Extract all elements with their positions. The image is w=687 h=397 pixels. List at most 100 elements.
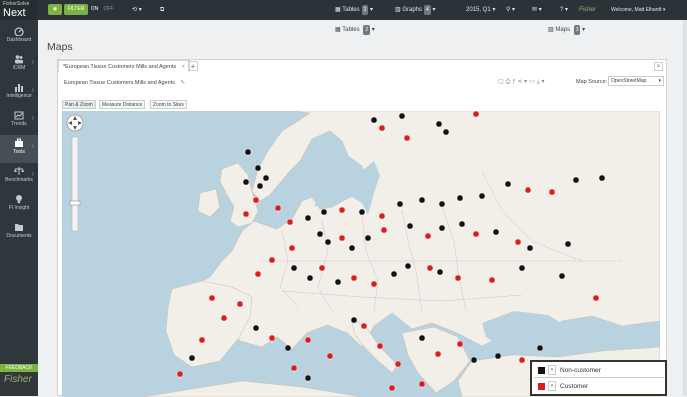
graphs-count: 4 [424,5,431,15]
tables-label-bar: Tables [342,27,360,33]
map-canvas[interactable] [62,111,660,397]
chevron-down-icon: ▾ [658,78,661,84]
share-icon[interactable]: ⋖▾ [517,79,529,85]
sidebar-item-benchmarks[interactable]: Benchmarks › [0,163,38,191]
chevron-right-icon: › [31,59,34,66]
sidebar-label-benchmarks: Benchmarks [5,177,33,183]
sidebar-item-tools[interactable]: Tools › [0,135,38,163]
sidebar: Dashboard iCRM › Intelligence › Trends › To… [0,20,38,396]
add-tab-button[interactable]: + [188,61,198,71]
sidebar-item-documents[interactable]: Documents [0,219,38,247]
feedback-button[interactable]: FEEDBACK [0,364,38,372]
period-selector[interactable]: 2015, Q1 ▾ [466,5,495,15]
legend-swatch-red [538,383,545,390]
sidebar-label-fi-insight: FI Insight [8,205,30,211]
map-pin-icon[interactable] [244,148,252,157]
tables-count-bar: 2 [363,25,371,35]
logo-main-text: Next [3,7,26,19]
tab-european-tissue[interactable]: *European Tissue Customers Mills and Age… [58,60,190,72]
map-pin-icon[interactable] [304,336,312,345]
download-icon[interactable]: ⤓▾ [537,79,547,85]
zoom-to-sites-button[interactable]: Zoom to Sites [150,100,187,109]
map-source-label: Map Source: [576,79,608,85]
map-pin-icon[interactable] [304,374,312,383]
map-pin-icon[interactable] [418,380,426,389]
welcome-text: Welcome, Matt Elhardt [611,7,662,13]
chevron-right-icon: › [31,115,34,122]
legend-row-non-customer[interactable]: ▾ Non-customer [534,363,664,378]
folder-icon [15,224,23,231]
legend-swatch-black [538,367,545,374]
chevron-right-icon: › [31,87,34,94]
europe-map [66,111,660,397]
dashboard-icon [14,27,24,36]
tables-menu-bar[interactable]: ▦ Tables 2 ▾ [335,25,375,35]
sidebar-item-intelligence[interactable]: Intelligence › [0,79,38,107]
map-source-select[interactable]: OpenStreetMap ▾ [608,76,664,86]
search-icon[interactable]: ⚲ ▾ [506,5,515,15]
zoom-slider[interactable] [71,136,79,232]
edit-pencil-icon[interactable]: ✎ [181,80,186,86]
inbox-icon[interactable]: ✉ ▾ [532,5,542,15]
map-pin-icon[interactable] [536,344,544,353]
map-pin-icon[interactable] [388,384,396,393]
history-icon[interactable]: ⟲ ▾ [132,5,142,15]
sidebar-label-icrm: iCRM [12,65,26,71]
sidebar-item-dashboard[interactable]: Dashboard [0,23,38,51]
sidebar-item-fi-insight[interactable]: FI Insight [0,191,38,219]
legend-label-non-customer: Non-customer [560,367,601,374]
page-scrollbar[interactable] [683,20,687,396]
legend-dropdown-icon[interactable]: ▾ [548,365,556,375]
map-pin-icon[interactable] [326,352,334,361]
maps-count: 3 [573,25,581,35]
lightbulb-icon [16,195,22,204]
graphs-menu[interactable]: ▥ Graphs 4 ▾ [395,5,436,15]
app-logo[interactable]: FisherSolve Next [0,0,38,20]
map-pin-icon[interactable] [274,204,282,213]
close-panel-icon[interactable]: × [654,62,663,71]
pan-zoom-button[interactable]: Pan & Zoom [62,100,96,109]
sidebar-item-trends[interactable]: Trends › [0,107,38,135]
save-icon[interactable]: ▢ [498,79,506,85]
sidebar-label-dashboard: Dashboard [6,37,32,43]
maps-menu[interactable]: ▨ Maps 3 ▾ [548,25,585,35]
filter-on[interactable]: ON [89,4,100,15]
map-pin-icon[interactable] [176,370,184,379]
map-subtitle-text: European Tissue Customers Mills and Agen… [64,80,175,86]
toolbox-icon [15,138,23,147]
tables-menu[interactable]: ▦ Tables 2 ▾ [335,5,373,15]
map-pin-icon[interactable] [284,344,292,353]
tables-count: 2 [361,5,369,15]
tab-label: *European Tissue Customers Mills and Age… [63,64,177,70]
zoom-slider-knob[interactable] [69,200,81,206]
folder-open-icon[interactable]: ▭ [529,79,537,85]
map-subtitle: European Tissue Customers Mills and Agen… [64,80,185,86]
export-icon[interactable]: ⧉ [160,5,164,15]
filter-toggle-icon[interactable]: ◉ [48,4,62,15]
sidebar-label-documents: Documents [6,233,32,239]
period-value: 2015, Q1 [466,7,491,13]
map-source-value: OpenStreetMap [611,78,647,84]
scale-icon [14,167,24,175]
chevron-right-icon: › [31,171,34,178]
fisher-brand-logo: Fisher [579,7,596,13]
map-icon: ▨ [548,27,554,33]
help-icon[interactable]: ? ▾ [560,5,568,15]
map-legend: ▾ Non-customer ▾ Customer [530,360,667,396]
pan-control-icon[interactable] [66,114,84,132]
welcome-user-menu[interactable]: Welcome, Matt Elhardt ▾ [611,5,665,15]
map-pin-icon[interactable] [290,364,298,373]
bar-chart-icon [15,84,23,92]
chevron-right-icon: › [31,143,34,150]
sidebar-item-icrm[interactable]: iCRM › [0,51,38,79]
filter-off[interactable]: OFF [102,4,115,15]
trend-icon [14,111,24,120]
measure-distance-button[interactable]: Measure Distance [99,100,146,109]
legend-dropdown-icon[interactable]: ▾ [548,381,556,391]
sidebar-footer-logo: Fisher [4,374,32,385]
map-toolbar: ▢⎙⫯⋖▾▭⤓▾ [498,78,547,86]
legend-row-customer[interactable]: ▾ Customer [534,379,664,394]
sidebar-label-tools: Tools [13,149,25,155]
close-tab-icon[interactable]: × [182,64,185,70]
filter-button[interactable]: FILTER [64,4,88,15]
